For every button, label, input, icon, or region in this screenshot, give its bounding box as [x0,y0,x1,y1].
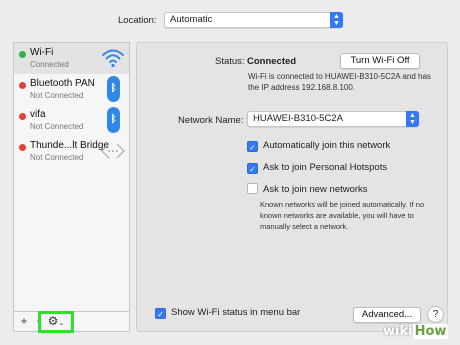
add-service-button[interactable]: + [17,313,31,329]
service-name: Wi-Fi [30,47,54,58]
location-value: Automatic [170,14,213,25]
location-select[interactable]: Automatic ▲ ▼ [164,12,343,28]
service-name: Thunde...lt Bridge [30,140,109,151]
status-dot-not-connected [19,82,26,89]
status-dot-not-connected [19,113,26,120]
thunderbolt-bridge-icon [101,143,125,159]
network-name-value: HUAWEI-B310-5C2A [253,113,343,124]
checkmark-icon: ✓ [247,141,258,152]
turn-wifi-off-button[interactable]: Turn Wi-Fi Off [340,53,420,69]
chevron-down-icon: ⌄ [58,320,65,327]
service-name: vifa [30,109,46,120]
wifi-icon [102,49,124,68]
network-name-label: Network Name: [178,115,244,126]
checkbox-label: Show Wi-Fi status in menu bar [171,307,301,318]
watermark-wiki: wiki [383,324,413,339]
auto-join-checkbox[interactable]: ✓ Automatically join this network [247,140,390,154]
ask-personal-hotspots-checkbox[interactable]: ✓ Ask to join Personal Hotspots [247,162,387,176]
status-dot-connected [19,51,26,58]
sidebar-item-vifa[interactable]: vifa Not Connected ᛒ [14,105,129,136]
service-name: Bluetooth PAN [30,78,95,89]
checkbox-label: Automatically join this network [263,140,391,151]
service-status: Not Connected [30,91,84,100]
bluetooth-icon: ᛒ [107,107,120,133]
network-name-select[interactable]: HUAWEI-B310-5C2A ▲ ▼ [247,111,419,127]
status-description: Wi-Fi is connected to HUAWEI-B310-5C2A a… [248,72,431,92]
service-status: Not Connected [30,153,84,162]
checkbox-label: Ask to join Personal Hotspots [263,162,388,173]
network-services-list[interactable]: Wi-Fi Connected Bluetooth PAN Not Connec… [13,42,130,312]
checkbox-box [247,183,258,194]
wikihow-watermark: wiki How [383,324,449,339]
updown-chevron-icon: ▲ ▼ [330,12,343,28]
checkmark-icon: ✓ [247,163,258,174]
service-status: Not Connected [30,122,84,131]
show-wifi-status-checkbox[interactable]: ✓ Show Wi-Fi status in menu bar [155,307,300,319]
location-label: Location: [118,15,157,26]
watermark-how: How [412,324,449,339]
checkmark-icon: ✓ [155,308,166,319]
action-menu-button[interactable]: ⚙⌄ [38,311,74,333]
sidebar-item-bluetooth-pan[interactable]: Bluetooth PAN Not Connected ᛒ [14,74,129,105]
sidebar-item-wifi[interactable]: Wi-Fi Connected [14,43,129,74]
status-value: Connected [247,56,297,67]
updown-chevron-icon: ▲ ▼ [406,111,419,127]
advanced-button[interactable]: Advanced... [353,307,421,323]
known-networks-description: Known networks will be joined automatica… [260,200,425,231]
service-status: Connected [30,60,69,69]
gear-icon: ⚙ [47,314,59,328]
help-button[interactable]: ? [427,306,444,323]
sidebar-item-thunderbolt-bridge[interactable]: Thunde...lt Bridge Not Connected [14,136,129,167]
status-label: Status: [215,56,245,67]
bluetooth-icon: ᛒ [107,76,120,102]
checkbox-label: Ask to join new networks [263,184,368,195]
status-dot-not-connected [19,144,26,151]
ask-new-networks-checkbox[interactable]: Ask to join new networks [247,183,368,197]
